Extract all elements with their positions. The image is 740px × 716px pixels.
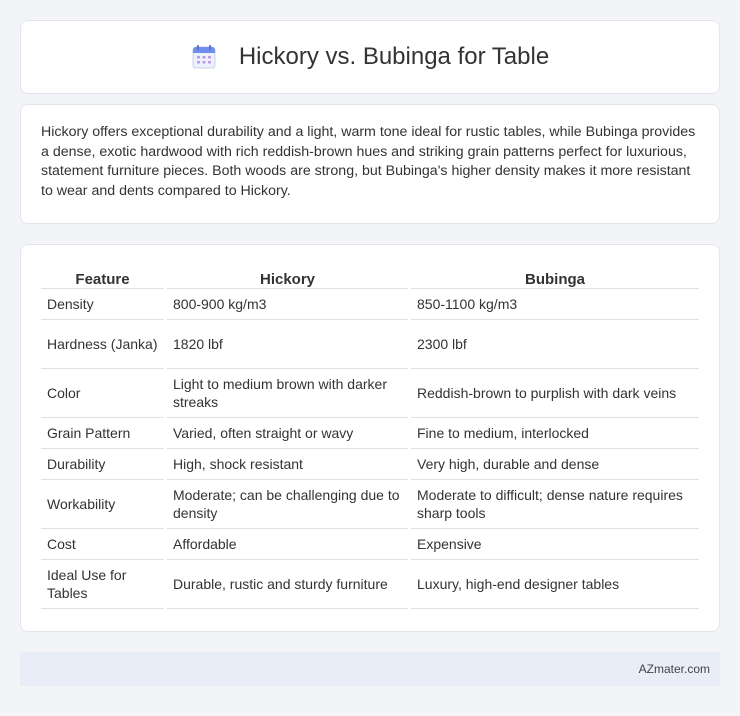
feature-cell: Cost: [41, 529, 164, 560]
bubinga-cell: Reddish-brown to purplish with dark vein…: [411, 369, 699, 418]
description-card: Hickory offers exceptional durability an…: [20, 104, 720, 224]
description-text: Hickory offers exceptional durability an…: [41, 124, 696, 199]
bubinga-cell: Moderate to difficult; dense nature requ…: [411, 480, 699, 529]
table-row: Hardness (Janka) 1820 lbf 2300 lbf: [41, 320, 699, 369]
table-row: Durability High, shock resistant Very hi…: [41, 449, 699, 480]
feature-cell: Durability: [41, 449, 164, 480]
calendar-icon: [192, 45, 216, 69]
hickory-cell: Light to medium brown with darker streak…: [167, 369, 408, 418]
footer-site-name: AZmater.com: [638, 662, 710, 676]
header-bubinga: Bubinga: [411, 265, 699, 289]
title-row: Hickory vs. Bubinga for Table: [191, 43, 549, 71]
table-row: Density 800-900 kg/m3 850-1100 kg/m3: [41, 289, 699, 320]
table-row: Workability Moderate; can be challenging…: [41, 480, 699, 529]
comparison-table: Feature Hickory Bubinga Density 800-900 …: [38, 265, 702, 609]
hickory-cell: Varied, often straight or wavy: [167, 418, 408, 449]
hickory-cell: Affordable: [167, 529, 408, 560]
hickory-cell: Durable, rustic and sturdy furniture: [167, 560, 408, 609]
feature-cell: Density: [41, 289, 164, 320]
hickory-cell: 1820 lbf: [167, 320, 408, 369]
bubinga-cell: 850-1100 kg/m3: [411, 289, 699, 320]
bubinga-cell: Luxury, high-end designer tables: [411, 560, 699, 609]
page-title: Hickory vs. Bubinga for Table: [238, 43, 550, 70]
table-row: Grain Pattern Varied, often straight or …: [41, 418, 699, 449]
bubinga-cell: Fine to medium, interlocked: [411, 418, 699, 449]
comparison-card: Feature Hickory Bubinga Density 800-900 …: [20, 244, 720, 632]
feature-cell: Workability: [41, 480, 164, 529]
header-hickory: Hickory: [167, 265, 408, 289]
bubinga-cell: 2300 lbf: [411, 320, 699, 369]
bubinga-cell: Very high, durable and dense: [411, 449, 699, 480]
feature-cell: Hardness (Janka): [41, 320, 164, 369]
table-row: Ideal Use for Tables Durable, rustic and…: [41, 560, 699, 609]
bubinga-cell: Expensive: [411, 529, 699, 560]
table-row: Color Light to medium brown with darker …: [41, 369, 699, 418]
footer-bar: AZmater.com: [20, 652, 720, 686]
hickory-cell: High, shock resistant: [167, 449, 408, 480]
feature-cell: Grain Pattern: [41, 418, 164, 449]
feature-cell: Color: [41, 369, 164, 418]
hickory-cell: Moderate; can be challenging due to dens…: [167, 480, 408, 529]
feature-cell: Ideal Use for Tables: [41, 560, 164, 609]
header-feature: Feature: [41, 265, 164, 289]
hickory-cell: 800-900 kg/m3: [167, 289, 408, 320]
table-header-row: Feature Hickory Bubinga: [41, 265, 699, 289]
table-row: Cost Affordable Expensive: [41, 529, 699, 560]
title-card: Hickory vs. Bubinga for Table: [20, 20, 720, 94]
